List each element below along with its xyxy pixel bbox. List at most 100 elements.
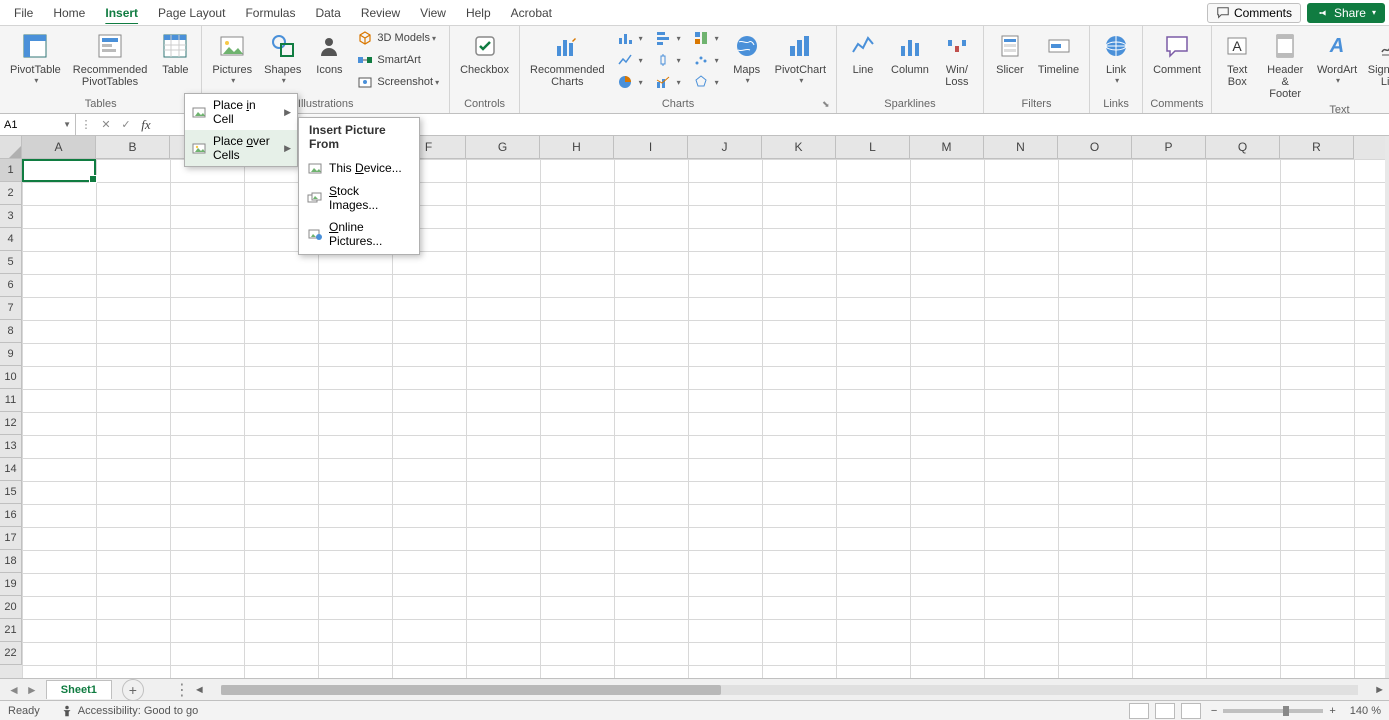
comments-button[interactable]: Comments	[1207, 3, 1301, 23]
column-header-I[interactable]: I	[614, 136, 688, 159]
horizontal-scrollbar[interactable]	[221, 684, 1358, 696]
stock-images-menuitem[interactable]: Stock Images...	[299, 180, 419, 216]
formula-options-button[interactable]: ⋮	[76, 118, 96, 131]
zoom-in-button[interactable]: +	[1329, 705, 1335, 717]
sparkline-line-button[interactable]: Line	[843, 28, 883, 90]
tab-acrobat[interactable]: Acrobat	[501, 2, 562, 24]
tab-formulas[interactable]: Formulas	[235, 2, 305, 24]
row-header-22[interactable]: 22	[0, 642, 22, 665]
place-over-cells-menuitem[interactable]: Place over Cells ▶	[185, 130, 297, 166]
column-header-J[interactable]: J	[688, 136, 762, 159]
column-header-O[interactable]: O	[1058, 136, 1132, 159]
row-header-2[interactable]: 2	[0, 182, 22, 205]
3d-models-button[interactable]: 3D Models ▾	[353, 28, 443, 48]
column-header-Q[interactable]: Q	[1206, 136, 1280, 159]
row-header-8[interactable]: 8	[0, 320, 22, 343]
row-header-19[interactable]: 19	[0, 573, 22, 596]
normal-view-button[interactable]	[1129, 703, 1149, 719]
share-button[interactable]: Share ▾	[1307, 3, 1385, 23]
column-header-P[interactable]: P	[1132, 136, 1206, 159]
row-header-10[interactable]: 10	[0, 366, 22, 389]
tab-insert[interactable]: Insert	[95, 2, 148, 24]
hscroll-left[interactable]: ◄	[190, 684, 209, 696]
header-footer-button[interactable]: Header & Footer	[1261, 28, 1310, 102]
chart-type-hierarchy-button[interactable]: ▾	[689, 28, 723, 48]
row-header-1[interactable]: 1	[0, 159, 22, 182]
text-box-button[interactable]: A Text Box	[1218, 28, 1257, 102]
row-header-9[interactable]: 9	[0, 343, 22, 366]
pictures-button[interactable]: Pictures ▾	[208, 28, 256, 92]
cancel-formula-button[interactable]: ✕	[96, 118, 116, 131]
wordart-button[interactable]: A WordArt ▾	[1314, 28, 1361, 102]
hscroll-thumb[interactable]	[221, 685, 721, 695]
row-header-6[interactable]: 6	[0, 274, 22, 297]
row-header-21[interactable]: 21	[0, 619, 22, 642]
sparkline-winloss-button[interactable]: Win/ Loss	[937, 28, 977, 90]
chart-type-combo-button[interactable]: ▾	[651, 72, 685, 92]
column-header-L[interactable]: L	[836, 136, 910, 159]
online-pictures-menuitem[interactable]: Online Pictures...	[299, 216, 419, 252]
chart-type-bar-button[interactable]: ▾	[651, 28, 685, 48]
chart-type-column-button[interactable]: ▾	[613, 28, 647, 48]
tab-file[interactable]: File	[4, 2, 43, 24]
select-all-corner[interactable]	[0, 136, 22, 159]
chart-type-line-button[interactable]: ▾	[613, 50, 647, 70]
tab-help[interactable]: Help	[456, 2, 501, 24]
column-header-A[interactable]: A	[22, 136, 96, 159]
comment-button[interactable]: Comment	[1149, 28, 1205, 78]
chart-type-pie-button[interactable]: ▾	[613, 72, 647, 92]
row-header-7[interactable]: 7	[0, 297, 22, 320]
recommended-charts-button[interactable]: Recommended Charts	[526, 28, 609, 92]
sheet-tab-sheet1[interactable]: Sheet1	[46, 680, 112, 699]
table-button[interactable]: Table	[155, 28, 195, 90]
column-header-N[interactable]: N	[984, 136, 1058, 159]
maps-button[interactable]: Maps ▾	[727, 28, 767, 92]
chart-type-radar-button[interactable]: ▾	[689, 72, 723, 92]
accessibility-status[interactable]: Accessibility: Good to go	[60, 704, 198, 718]
active-cell[interactable]	[22, 159, 96, 182]
row-header-3[interactable]: 3	[0, 205, 22, 228]
row-header-13[interactable]: 13	[0, 435, 22, 458]
this-device-menuitem[interactable]: This Device...	[299, 156, 419, 180]
row-header-18[interactable]: 18	[0, 550, 22, 573]
tab-view[interactable]: View	[410, 2, 456, 24]
checkbox-button[interactable]: Checkbox	[456, 28, 513, 78]
sheet-nav-prev[interactable]: ◄	[8, 683, 20, 697]
new-sheet-button[interactable]: +	[122, 679, 144, 701]
sparkline-column-button[interactable]: Column	[887, 28, 933, 90]
timeline-button[interactable]: Timeline	[1034, 28, 1083, 78]
tab-page-layout[interactable]: Page Layout	[148, 2, 235, 24]
zoom-slider-handle[interactable]	[1283, 706, 1289, 716]
column-header-H[interactable]: H	[540, 136, 614, 159]
screenshot-button[interactable]: Screenshot ▾	[353, 72, 443, 92]
vertical-scrollbar[interactable]	[1385, 136, 1389, 678]
tab-data[interactable]: Data	[305, 2, 350, 24]
name-box[interactable]: A1 ▼	[0, 114, 76, 135]
link-button[interactable]: Link ▾	[1096, 28, 1136, 87]
column-header-K[interactable]: K	[762, 136, 836, 159]
recommended-pivottables-button[interactable]: Recommended PivotTables	[69, 28, 152, 90]
page-break-view-button[interactable]	[1181, 703, 1201, 719]
column-header-M[interactable]: M	[910, 136, 984, 159]
pivotchart-button[interactable]: PivotChart ▾	[771, 28, 830, 92]
page-layout-view-button[interactable]	[1155, 703, 1175, 719]
smartart-button[interactable]: SmartArt	[353, 50, 443, 70]
zoom-percent[interactable]: 140 %	[1350, 705, 1381, 717]
shapes-button[interactable]: Shapes ▾	[260, 28, 305, 92]
sheet-nav-next[interactable]: ►	[26, 683, 38, 697]
place-in-cell-menuitem[interactable]: Place in Cell ▶	[185, 94, 297, 130]
row-header-12[interactable]: 12	[0, 412, 22, 435]
row-header-4[interactable]: 4	[0, 228, 22, 251]
row-header-11[interactable]: 11	[0, 389, 22, 412]
row-header-14[interactable]: 14	[0, 458, 22, 481]
insert-function-button[interactable]: fx	[136, 117, 156, 133]
charts-dialog-launcher[interactable]: ⬊	[822, 99, 834, 111]
row-header-5[interactable]: 5	[0, 251, 22, 274]
hscroll-right[interactable]: ►	[1370, 684, 1389, 696]
chart-type-scatter-button[interactable]: ▾	[689, 50, 723, 70]
column-header-G[interactable]: G	[466, 136, 540, 159]
row-header-20[interactable]: 20	[0, 596, 22, 619]
signature-line-button[interactable]: Signature Line ▾	[1365, 28, 1389, 102]
row-header-16[interactable]: 16	[0, 504, 22, 527]
row-header-15[interactable]: 15	[0, 481, 22, 504]
